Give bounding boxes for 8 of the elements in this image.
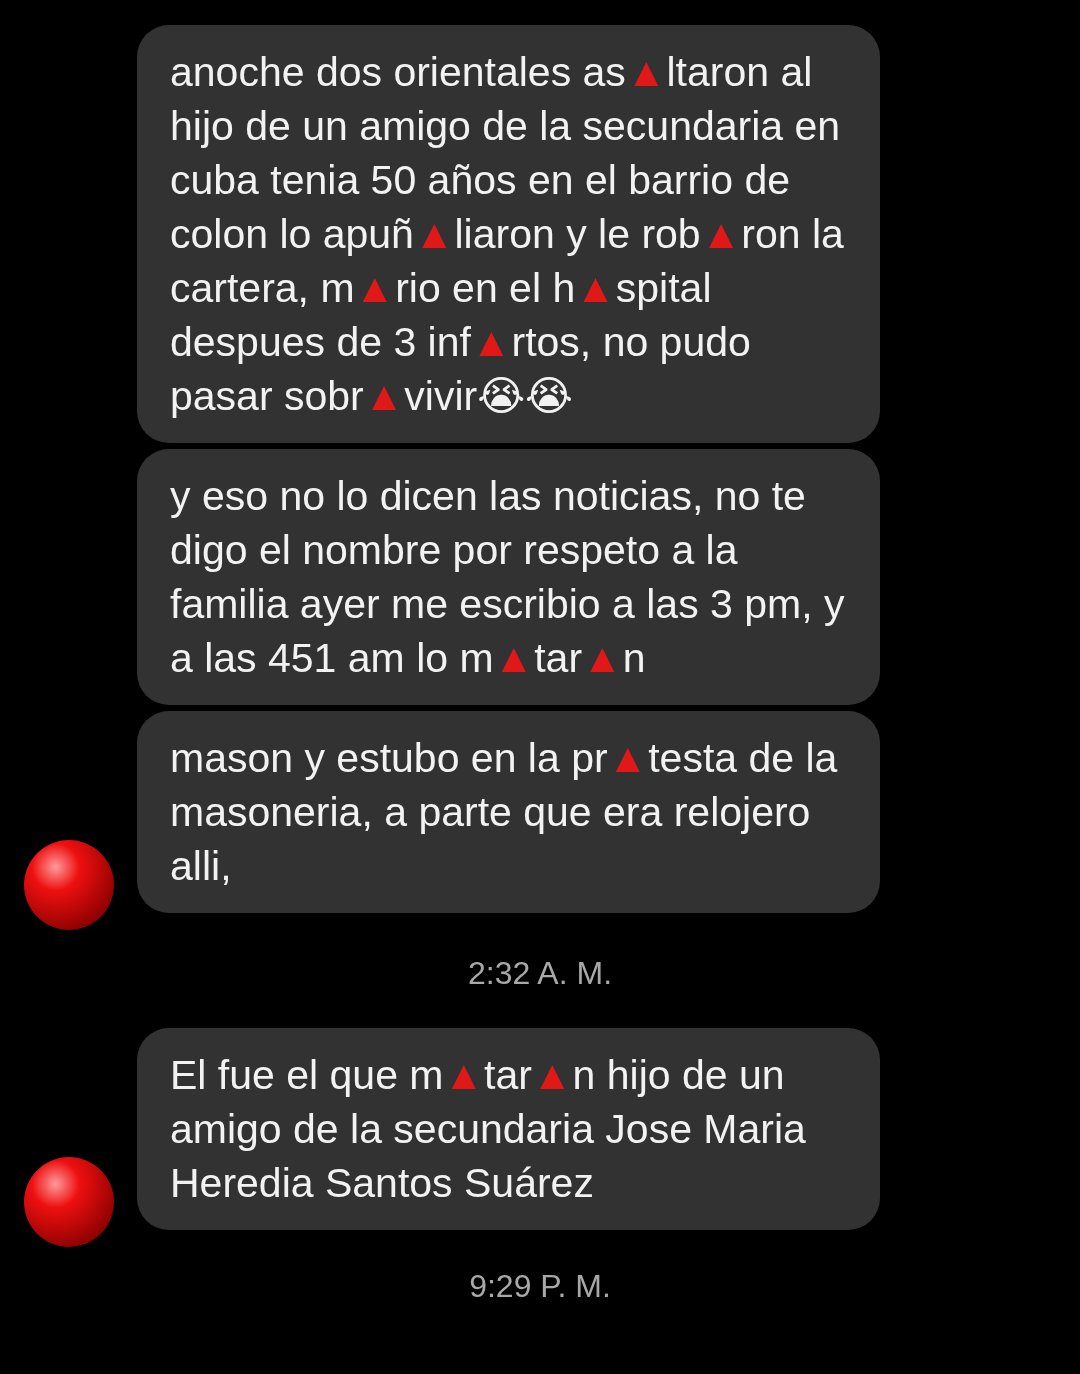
avatar-icon[interactable]: [22, 1156, 115, 1248]
timestamp: 2:32 A. M.: [466, 955, 614, 992]
timestamp: 9:29 P. M.: [468, 1268, 612, 1305]
message-text: anoche dos orientales as▲ltaron al hijo de un amigo de la secundaria en cuba tenia 50 años en el barrio de colon lo apuñ▲liaron y le rob▲ron la cartera, m▲rio en el h▲spital despues de 3 inf▲rtos, no pudo pasar sobr▲vivir😭😭: [170, 49, 844, 419]
message-text: El fue el que m▲tar▲n hijo de un amigo de la secundaria Jose Maria Heredia Santos Suárez: [170, 1052, 806, 1206]
avatar-icon[interactable]: [22, 839, 115, 931]
message-text: y eso no lo dicen las noticias, no te digo el nombre por respeto a la familia ayer me escribio a las 3 pm, y a las 451 am lo m▲tar▲n: [170, 473, 845, 681]
message-text: mason y estubo en la pr▲testa de la masoneria, a parte que era relojero alli,: [170, 735, 838, 889]
